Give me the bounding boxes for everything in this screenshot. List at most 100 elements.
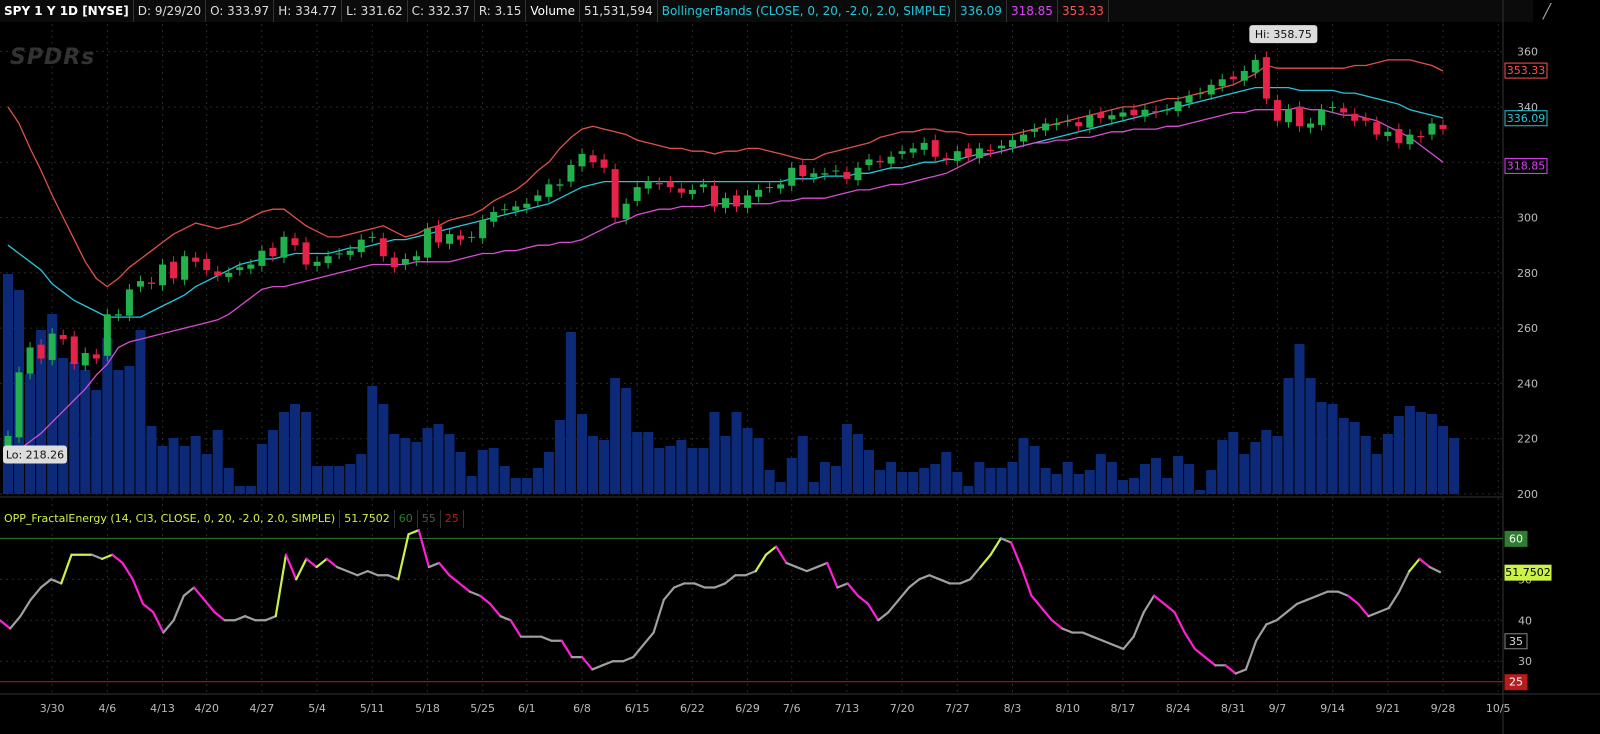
candle-body bbox=[1351, 113, 1359, 121]
fe-line-segment bbox=[1234, 668, 1248, 675]
volume-bar bbox=[411, 442, 422, 494]
volume-bar bbox=[69, 362, 80, 494]
fe-line-segment bbox=[407, 529, 420, 536]
volume-bar bbox=[941, 452, 952, 494]
fe-line-segment bbox=[203, 598, 216, 614]
fe-line-segment bbox=[213, 610, 226, 622]
fe-line-segment bbox=[1306, 594, 1319, 601]
volume-bar bbox=[190, 436, 201, 494]
fe-line-segment bbox=[805, 565, 819, 573]
volume-bar bbox=[543, 452, 554, 494]
fe-line-segment bbox=[1081, 631, 1094, 638]
x-tick-label: 6/1 bbox=[518, 702, 536, 715]
candle-body bbox=[1031, 129, 1039, 132]
fe-line-segment bbox=[938, 578, 951, 585]
volume-bar bbox=[698, 448, 709, 494]
candle-body bbox=[688, 189, 696, 195]
x-tick-label: 5/11 bbox=[360, 702, 385, 715]
volume-bar bbox=[455, 452, 466, 494]
fe-line-segment bbox=[1101, 639, 1115, 646]
candle-body bbox=[1207, 84, 1215, 95]
x-tick-label: 6/8 bbox=[573, 702, 591, 715]
volume-bar bbox=[356, 454, 367, 494]
candle-body bbox=[600, 159, 608, 168]
volume-bar bbox=[1305, 378, 1316, 494]
candle-body bbox=[1307, 123, 1315, 128]
x-tick-label: 6/22 bbox=[680, 702, 705, 715]
volume-bar bbox=[1040, 468, 1051, 494]
candle-body bbox=[214, 271, 222, 276]
fe-line-segment bbox=[1224, 664, 1237, 675]
fe-line-segment bbox=[918, 574, 931, 581]
volume-bar bbox=[234, 486, 245, 494]
price-chart[interactable]: 360340320300280260240220200Hi: 358.75Lo:… bbox=[0, 0, 1600, 734]
indicator-header: OPP_FractalEnergy (14, CI3, CLOSE, 0, 20… bbox=[0, 510, 464, 528]
volume-bar bbox=[1029, 446, 1040, 494]
fractal-energy-study-label[interactable]: OPP_FractalEnergy (14, CI3, CLOSE, 0, 20… bbox=[0, 510, 341, 528]
candle-body bbox=[810, 173, 818, 178]
candle-body bbox=[346, 250, 354, 255]
candle-body bbox=[744, 195, 752, 208]
candle-body bbox=[997, 145, 1005, 149]
volume-bar bbox=[610, 378, 621, 494]
candle-body bbox=[865, 159, 873, 165]
volume-bar bbox=[1449, 438, 1460, 494]
fe-line-segment bbox=[581, 656, 594, 671]
volume-bar bbox=[996, 468, 1007, 494]
fe-line-segment bbox=[162, 619, 175, 634]
candle-body bbox=[1318, 109, 1326, 125]
fe-line-segment bbox=[90, 553, 104, 560]
volume-bar bbox=[1106, 462, 1117, 494]
candle-body bbox=[1229, 76, 1237, 80]
fe-line-segment bbox=[1112, 643, 1125, 651]
fe-line-segment bbox=[897, 586, 911, 601]
volume-bar bbox=[908, 472, 919, 494]
volume-bar bbox=[930, 464, 941, 494]
fe-line-segment bbox=[1132, 610, 1145, 638]
candle-body bbox=[446, 234, 454, 244]
candle-body bbox=[898, 151, 906, 154]
volume-bar bbox=[554, 420, 565, 494]
fe-line-segment bbox=[1377, 606, 1391, 614]
volume-bar bbox=[731, 412, 742, 494]
fe-level-low: 25 bbox=[441, 510, 464, 528]
volume-bar bbox=[58, 358, 69, 494]
candle-body bbox=[832, 170, 840, 172]
fe-line-segment bbox=[192, 586, 206, 601]
fe-line-segment bbox=[478, 594, 492, 606]
volume-bar bbox=[245, 486, 256, 494]
volume-bar bbox=[488, 448, 499, 494]
candle-body bbox=[644, 181, 652, 189]
fe-line-segment bbox=[305, 557, 318, 569]
volume-bar bbox=[963, 486, 974, 494]
candle-body bbox=[733, 195, 741, 207]
candle-body bbox=[1284, 109, 1292, 123]
candle-body bbox=[192, 257, 200, 262]
volume-bar bbox=[499, 466, 510, 494]
fe-level-high: 60 bbox=[395, 510, 418, 528]
volume-bar bbox=[665, 446, 676, 494]
fe-line-segment bbox=[1030, 594, 1043, 610]
volume-bar bbox=[1239, 454, 1250, 494]
volume-bar bbox=[334, 466, 345, 494]
candle-body bbox=[975, 148, 983, 159]
fe-line-segment bbox=[39, 578, 53, 589]
candle-body bbox=[302, 242, 310, 265]
x-tick-label: 6/29 bbox=[735, 702, 760, 715]
candle-body bbox=[26, 347, 34, 374]
price-badge-label: 353.33 bbox=[1507, 64, 1546, 77]
x-tick-label: 7/20 bbox=[890, 702, 915, 715]
candle-body bbox=[1185, 95, 1193, 103]
fe-line-segment bbox=[509, 619, 522, 638]
x-tick-label: 8/31 bbox=[1221, 702, 1246, 715]
candle-body bbox=[479, 220, 487, 239]
volume-bar bbox=[588, 436, 599, 494]
candle-body bbox=[148, 282, 155, 284]
volume-bar bbox=[687, 448, 698, 494]
volume-bar bbox=[797, 436, 808, 494]
x-tick-label: 8/10 bbox=[1055, 702, 1080, 715]
volume-bar bbox=[290, 404, 300, 494]
volume-bar bbox=[632, 432, 643, 494]
fe-line-segment bbox=[591, 664, 604, 671]
candle-body bbox=[247, 264, 255, 269]
